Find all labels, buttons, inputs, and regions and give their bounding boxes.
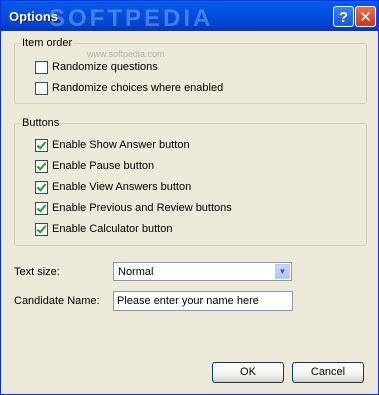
close-icon: ✕ xyxy=(359,9,372,26)
item-order-group: Item order Randomize questions Randomize… xyxy=(14,37,367,104)
view-answers-checkbox[interactable]: Enable View Answers button xyxy=(35,180,191,194)
checkbox-label: Enable Pause button xyxy=(52,160,155,172)
checkbox-box[interactable] xyxy=(35,180,48,194)
ok-button[interactable]: OK xyxy=(212,362,284,383)
text-size-select[interactable]: Normal ▼ xyxy=(113,262,292,281)
watermark-logo: SOFTPEDIA xyxy=(49,5,214,32)
checkbox-box[interactable] xyxy=(35,201,48,215)
checkbox-label: Randomize questions xyxy=(52,61,158,73)
close-button[interactable]: ✕ xyxy=(355,6,376,27)
randomize-questions-checkbox[interactable]: Randomize questions xyxy=(35,60,158,74)
pause-checkbox[interactable]: Enable Pause button xyxy=(35,159,154,173)
buttons-legend: Buttons xyxy=(21,117,61,129)
chevron-down-icon[interactable]: ▼ xyxy=(275,264,290,279)
checkbox-box[interactable] xyxy=(35,60,48,74)
help-icon: ? xyxy=(338,9,349,26)
checkbox-label: Enable Calculator button xyxy=(52,223,173,235)
cancel-button[interactable]: Cancel xyxy=(292,362,364,383)
checkbox-box[interactable] xyxy=(35,159,48,173)
checkbox-label: Randomize choices where enabled xyxy=(52,82,224,94)
item-order-legend: Item order xyxy=(21,37,74,49)
dialog-title: Options xyxy=(9,9,59,24)
checkbox-box[interactable] xyxy=(35,81,48,95)
candidate-name-label: Candidate Name: xyxy=(14,295,100,307)
checkbox-box[interactable] xyxy=(35,138,48,152)
text-size-label: Text size: xyxy=(14,266,60,278)
buttons-group: Buttons Enable Show Answer button Enable… xyxy=(14,117,367,246)
checkbox-label: Enable Previous and Review buttons xyxy=(52,202,232,214)
checkbox-label: Enable View Answers button xyxy=(52,181,192,193)
show-answer-checkbox[interactable]: Enable Show Answer button xyxy=(35,138,190,152)
previous-review-checkbox[interactable]: Enable Previous and Review buttons xyxy=(35,201,232,215)
options-dialog: Options SOFTPEDIA ? ✕ www.softpedia.com … xyxy=(0,0,379,395)
calculator-checkbox[interactable]: Enable Calculator button xyxy=(35,222,172,236)
checkbox-label: Enable Show Answer button xyxy=(52,139,190,151)
text-size-value: Normal xyxy=(118,266,154,278)
title-bar[interactable]: Options SOFTPEDIA ? ✕ xyxy=(1,1,378,32)
help-button[interactable]: ? xyxy=(333,6,354,27)
checkbox-box[interactable] xyxy=(35,222,48,236)
candidate-name-input[interactable] xyxy=(113,291,293,311)
randomize-choices-checkbox[interactable]: Randomize choices where enabled xyxy=(35,81,223,95)
